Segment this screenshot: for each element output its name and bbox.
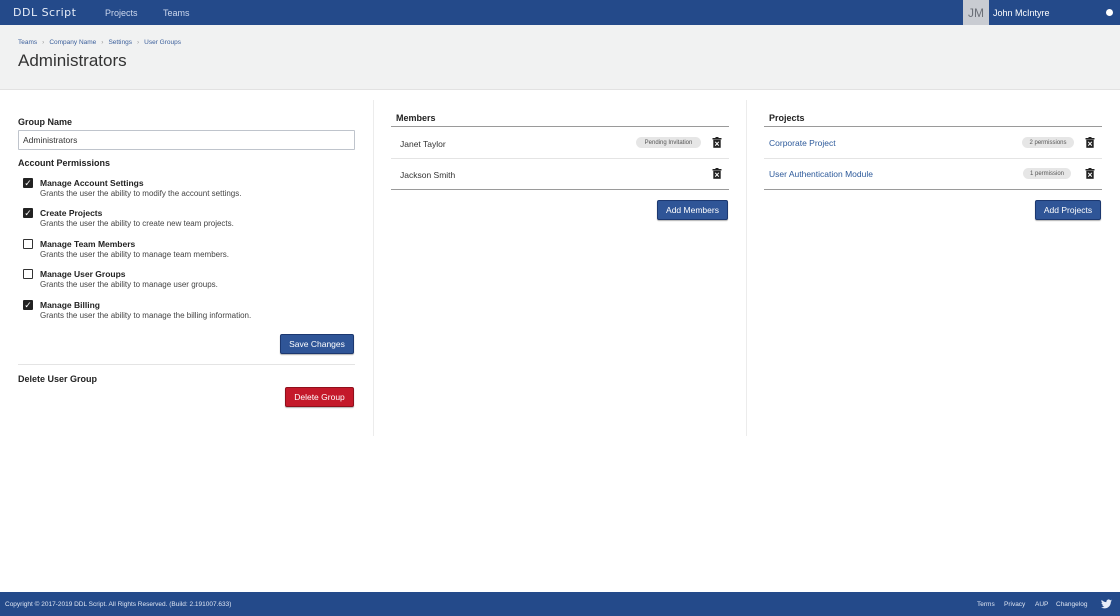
breadcrumb-separator-icon: ›	[136, 39, 140, 46]
projects-footer-rule	[764, 189, 1102, 190]
member-name: Jackson Smith	[400, 170, 456, 180]
breadcrumb: Teams › Company Name › Settings › User G…	[18, 39, 181, 46]
trash-icon[interactable]	[1085, 168, 1095, 179]
permission-title: Manage Billing	[40, 300, 100, 310]
delete-group-button[interactable]: Delete Group	[285, 387, 354, 407]
avatar[interactable]: JM	[963, 0, 989, 25]
user-menu-name[interactable]: John McIntyre	[993, 8, 1050, 18]
trash-icon[interactable]	[712, 137, 722, 148]
permission-title: Create Projects	[40, 208, 103, 218]
checkbox-checked-icon[interactable]: ✓	[23, 178, 33, 188]
checkbox-unchecked-icon[interactable]	[23, 239, 33, 249]
add-projects-button[interactable]: Add Projects	[1035, 200, 1101, 220]
breadcrumb-teams[interactable]: Teams	[18, 39, 37, 46]
copyright-text: Copyright © 2017-2019 DDL Script. All Ri…	[5, 601, 232, 608]
page-title: Administrators	[18, 51, 127, 70]
account-permissions-label: Account Permissions	[18, 158, 111, 168]
member-name: Janet Taylor	[400, 139, 446, 149]
footer-changelog-link[interactable]: Changelog	[1056, 601, 1087, 608]
column-divider	[373, 100, 374, 436]
permission-description: Grants the user the ability to modify th…	[40, 189, 242, 198]
breadcrumb-settings[interactable]: Settings	[108, 39, 132, 46]
members-title: Members	[396, 113, 436, 123]
project-row-divider	[764, 158, 1102, 159]
checkbox-checked-icon[interactable]: ✓	[23, 208, 33, 218]
column-divider	[746, 100, 747, 436]
page-footer: Copyright © 2017-2019 DDL Script. All Ri…	[0, 592, 1120, 616]
status-dot-icon[interactable]	[1106, 9, 1113, 16]
footer-aup-link[interactable]: AUP	[1035, 601, 1048, 608]
permissions-count-badge: 2 permissions	[1022, 137, 1074, 148]
permission-description: Grants the user the ability to manage th…	[40, 311, 252, 320]
page-header: Teams › Company Name › Settings › User G…	[0, 25, 1120, 90]
permission-title: Manage User Groups	[40, 269, 126, 279]
trash-icon[interactable]	[1085, 137, 1095, 148]
permission-title: Manage Account Settings	[40, 178, 144, 188]
projects-header-rule	[764, 126, 1102, 127]
pending-invitation-badge: Pending Invitation	[636, 137, 701, 148]
section-divider	[18, 364, 355, 365]
permission-description: Grants the user the ability to create ne…	[40, 219, 234, 228]
projects-title: Projects	[769, 113, 805, 123]
top-navbar: DDL Script Projects Teams JM John McInty…	[0, 0, 1120, 25]
members-footer-rule	[391, 189, 729, 190]
twitter-icon[interactable]	[1101, 599, 1112, 609]
checkbox-checked-icon[interactable]: ✓	[23, 300, 33, 310]
delete-user-group-label: Delete User Group	[18, 374, 98, 384]
nav-projects-link[interactable]: Projects	[105, 8, 138, 18]
nav-teams-link[interactable]: Teams	[163, 8, 190, 18]
checkbox-unchecked-icon[interactable]	[23, 269, 33, 279]
footer-privacy-link[interactable]: Privacy	[1004, 601, 1025, 608]
project-link[interactable]: Corporate Project	[769, 138, 836, 148]
member-row-divider	[391, 158, 729, 159]
breadcrumb-user-groups[interactable]: User Groups	[144, 39, 181, 46]
members-header-rule	[391, 126, 729, 127]
save-changes-button[interactable]: Save Changes	[280, 334, 354, 354]
project-link[interactable]: User Authentication Module	[769, 169, 873, 179]
permission-description: Grants the user the ability to manage te…	[40, 250, 229, 259]
add-members-button[interactable]: Add Members	[657, 200, 728, 220]
footer-terms-link[interactable]: Terms	[977, 601, 995, 608]
group-name-label: Group Name	[18, 117, 73, 127]
permissions-count-badge: 1 permission	[1023, 168, 1071, 179]
group-name-input[interactable]	[18, 130, 355, 150]
breadcrumb-company[interactable]: Company Name	[49, 39, 96, 46]
permission-description: Grants the user the ability to manage us…	[40, 280, 218, 289]
breadcrumb-separator-icon: ›	[42, 39, 45, 46]
app-logo[interactable]: DDL Script	[13, 6, 76, 19]
breadcrumb-separator-icon: ›	[101, 39, 104, 46]
permission-title: Manage Team Members	[40, 239, 136, 249]
trash-icon[interactable]	[712, 168, 722, 179]
